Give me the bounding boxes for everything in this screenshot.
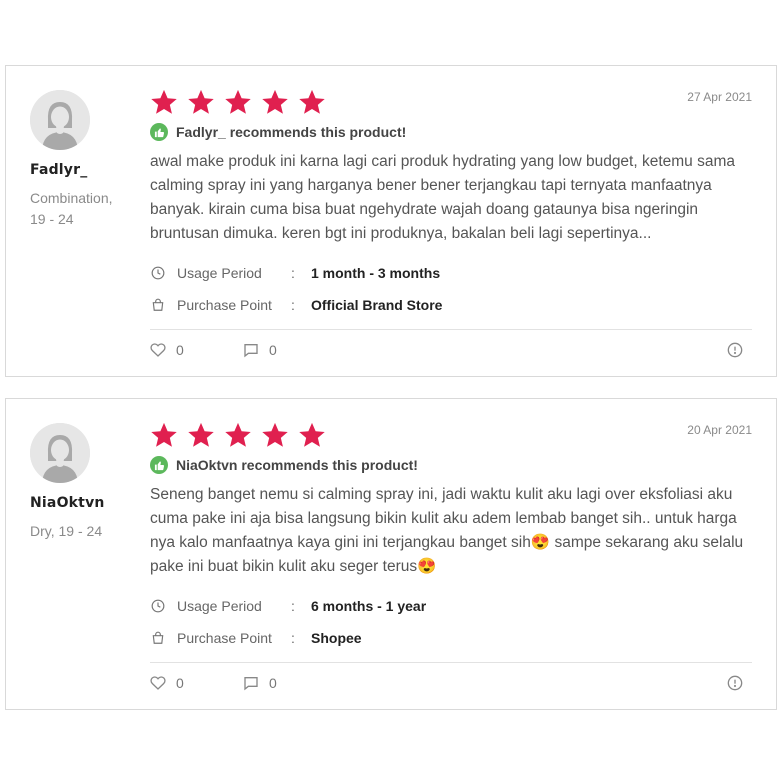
star-icon xyxy=(188,422,214,447)
star-icon xyxy=(299,89,325,114)
purchase-point-row: Purchase Point : Official Brand Store xyxy=(150,297,442,313)
purchase-point-label: Purchase Point xyxy=(177,297,272,313)
like-button[interactable]: 0 xyxy=(150,342,184,358)
shopping-bag-icon xyxy=(150,630,166,646)
recommend-text: Fadlyr_ recommends this product! xyxy=(176,124,407,140)
avatar-placeholder-icon xyxy=(30,90,90,150)
star-icon xyxy=(151,422,177,447)
star-icon xyxy=(225,422,251,447)
like-button[interactable]: 0 xyxy=(150,675,184,691)
shopping-bag-icon xyxy=(150,297,166,313)
report-button[interactable] xyxy=(727,342,743,363)
comment-count: 0 xyxy=(269,342,277,358)
like-count: 0 xyxy=(176,675,184,691)
usage-period-label: Usage Period xyxy=(177,598,262,614)
reviewer-username[interactable]: Fadlyr_ xyxy=(30,162,87,178)
rating-stars xyxy=(150,88,326,116)
meta-colon: : xyxy=(291,630,295,646)
comment-button[interactable]: 0 xyxy=(243,675,277,691)
usage-period-label: Usage Period xyxy=(177,265,262,281)
user-avatar[interactable] xyxy=(30,423,90,483)
report-icon xyxy=(727,342,743,358)
review-body: awal make produk ini karna lagi cari pro… xyxy=(150,153,736,242)
star-icon xyxy=(262,89,288,114)
heart-icon xyxy=(150,676,166,690)
thumbs-up-icon xyxy=(150,456,168,474)
report-button[interactable] xyxy=(727,675,743,696)
reviewer-username[interactable]: NiaOktvn xyxy=(30,495,105,511)
review-date: 20 Apr 2021 xyxy=(687,423,752,437)
meta-colon: : xyxy=(291,598,295,614)
usage-period-row: Usage Period : 6 months - 1 year xyxy=(150,598,426,614)
recommend-line: Fadlyr_ recommends this product! xyxy=(150,123,406,141)
thumbs-up-icon xyxy=(150,123,168,141)
star-icon xyxy=(151,89,177,114)
recommend-text: NiaOktvn recommends this product! xyxy=(176,457,418,473)
report-icon xyxy=(727,675,743,691)
purchase-point-label: Purchase Point xyxy=(177,630,272,646)
heart-icon xyxy=(150,343,166,357)
star-icon xyxy=(225,89,251,114)
comment-icon xyxy=(244,344,258,358)
meta-colon: : xyxy=(291,265,295,281)
divider xyxy=(150,662,752,663)
recommend-line: NiaOktvn recommends this product! xyxy=(150,456,418,474)
comment-button[interactable]: 0 xyxy=(243,342,277,358)
user-avatar[interactable] xyxy=(30,90,90,150)
star-icon xyxy=(262,422,288,447)
review-card: NiaOktvn Dry, 19 - 24 20 Apr 2021 NiaOkt… xyxy=(5,398,777,710)
comment-count: 0 xyxy=(269,675,277,691)
usage-period-value: 1 month - 3 months xyxy=(311,265,441,281)
divider xyxy=(150,329,752,330)
review-card: Fadlyr_ Combination, 19 - 24 27 Apr 2021… xyxy=(5,65,777,377)
like-count: 0 xyxy=(176,342,184,358)
usage-period-value: 6 months - 1 year xyxy=(311,598,427,614)
purchase-point-value: Official Brand Store xyxy=(311,297,443,313)
avatar-placeholder-icon xyxy=(30,423,90,483)
comment-icon xyxy=(244,677,258,691)
clock-icon xyxy=(150,598,166,614)
purchase-point-row: Purchase Point : Shopee xyxy=(150,630,362,646)
meta-colon: : xyxy=(291,297,295,313)
star-icon xyxy=(299,422,325,447)
review-date: 27 Apr 2021 xyxy=(687,90,752,104)
review-body: Seneng banget nemu si calming spray ini,… xyxy=(150,486,744,575)
usage-period-row: Usage Period : 1 month - 3 months xyxy=(150,265,440,281)
rating-stars xyxy=(150,421,326,449)
clock-icon xyxy=(150,265,166,281)
reviewer-skin-info: Combination, 19 - 24 xyxy=(30,190,113,227)
purchase-point-value: Shopee xyxy=(311,630,362,646)
star-icon xyxy=(188,89,214,114)
reviewer-skin-info: Dry, 19 - 24 xyxy=(30,523,103,539)
